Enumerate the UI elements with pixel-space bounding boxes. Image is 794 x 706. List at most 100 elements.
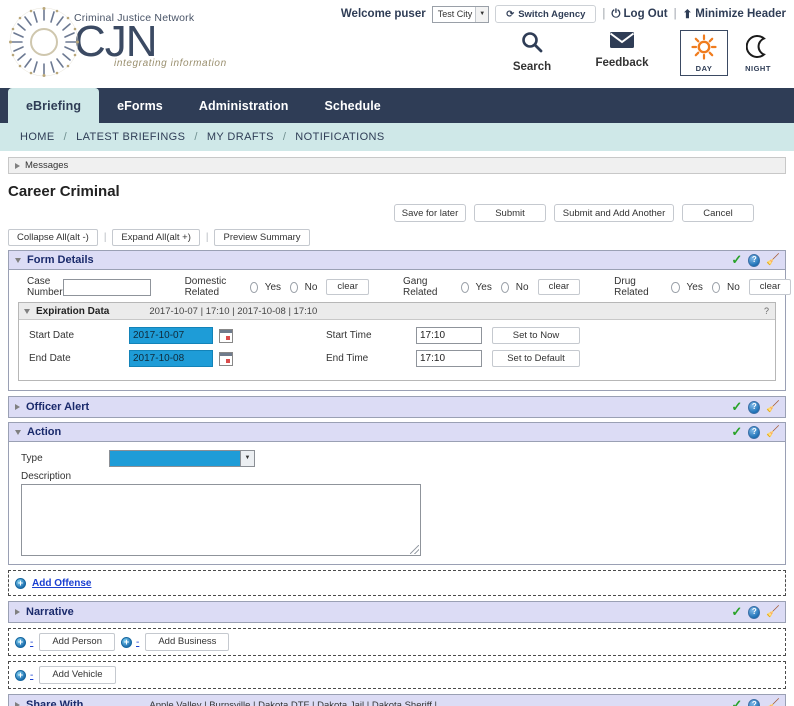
- nav-tab-eforms[interactable]: eForms: [99, 88, 181, 123]
- nav-tab-schedule[interactable]: Schedule: [306, 88, 398, 123]
- section-icons: ✓ ? 🧹: [731, 400, 780, 414]
- switch-agency-label: Switch Agency: [518, 8, 586, 20]
- cjn-logo[interactable]: Criminal Justice Network CJN integrating…: [8, 6, 227, 78]
- expand-all-button[interactable]: Expand All(alt +): [112, 229, 200, 246]
- form-action-buttons: Save for later Submit Submit and Add Ano…: [0, 204, 754, 222]
- chevron-right-icon: [15, 404, 20, 410]
- officer-alert-header[interactable]: Officer Alert ✓ ? 🧹: [9, 397, 785, 417]
- search-button[interactable]: Search: [500, 30, 564, 73]
- plus-circle-icon[interactable]: +: [15, 669, 26, 681]
- start-time-input[interactable]: 17:10: [416, 327, 482, 344]
- save-for-later-button[interactable]: Save for later: [394, 204, 466, 222]
- plus-circle-icon[interactable]: +: [15, 636, 26, 648]
- minimize-header-button[interactable]: ⬆ Minimize Header: [683, 7, 786, 21]
- help-icon[interactable]: ?: [748, 605, 761, 619]
- help-icon[interactable]: ?: [748, 425, 761, 439]
- theme-toggle-group: DAY NIGHT: [680, 30, 782, 76]
- share-with-title: Share With: [26, 699, 84, 706]
- action-type-select[interactable]: ▼: [109, 449, 255, 467]
- validation-check-icon: ✓: [731, 604, 743, 619]
- validation-check-icon: ✓: [731, 252, 743, 267]
- calendar-icon[interactable]: [219, 328, 233, 343]
- breadcrumb: HOME / LATEST BRIEFINGS / MY DRAFTS / NO…: [0, 123, 794, 151]
- expiration-help-icon[interactable]: ?: [764, 306, 769, 316]
- clear-section-broom-icon[interactable]: 🧹: [766, 254, 780, 266]
- switch-agency-button[interactable]: ⟳ Switch Agency: [495, 5, 597, 23]
- start-date-input[interactable]: 2017-10-07: [129, 327, 213, 344]
- form-details-header[interactable]: Form Details ✓ ? 🧹: [9, 251, 785, 270]
- toolbar-separator: |: [103, 232, 107, 243]
- breadcrumb-separator: /: [63, 131, 68, 143]
- nav-tab-administration[interactable]: Administration: [181, 88, 307, 123]
- narrative-header[interactable]: Narrative ✓ ? 🧹: [9, 602, 785, 622]
- breadcrumb-item-latest-briefings[interactable]: LATEST BRIEFINGS: [76, 131, 185, 143]
- end-time-input[interactable]: 17:10: [416, 350, 482, 367]
- gang-related-yes-radio[interactable]: [460, 281, 469, 293]
- share-with-header[interactable]: Share With Apple Valley | Burnsville | D…: [9, 695, 785, 706]
- clear-section-broom-icon[interactable]: 🧹: [766, 401, 780, 413]
- remove-business-link[interactable]: -: [136, 637, 139, 648]
- nav-tab-ebriefing[interactable]: eBriefing: [8, 88, 100, 123]
- set-to-now-button[interactable]: Set to Now: [492, 327, 580, 344]
- gang-related-no-radio[interactable]: [500, 281, 509, 293]
- domestic-related-yes-radio[interactable]: [250, 281, 258, 293]
- domestic-related-no-radio[interactable]: [290, 281, 298, 293]
- agency-select[interactable]: Test City ▼: [431, 5, 490, 23]
- domestic-related-clear-button[interactable]: clear: [326, 279, 369, 295]
- plus-circle-icon[interactable]: +: [121, 636, 132, 648]
- form-details-body: Case Number Domestic Related Yes No clea…: [9, 270, 792, 390]
- feedback-button[interactable]: Feedback: [590, 30, 654, 69]
- gang-related-group: Gang Related Yes No clear: [403, 276, 581, 298]
- expiration-data-title: Expiration Data: [36, 305, 110, 317]
- expiration-data-header[interactable]: Expiration Data 2017-10-07 | 17:10 | 201…: [19, 303, 775, 320]
- logout-button[interactable]: ⏻ Log Out: [611, 8, 667, 21]
- breadcrumb-item-home[interactable]: HOME: [20, 131, 55, 143]
- plus-circle-icon[interactable]: +: [15, 577, 26, 589]
- action-body: Type ▼ Description: [9, 442, 785, 564]
- action-description-textarea[interactable]: [21, 484, 421, 556]
- help-icon[interactable]: ?: [748, 698, 761, 706]
- end-date-input[interactable]: 2017-10-08: [129, 350, 213, 367]
- submit-button[interactable]: Submit: [474, 204, 546, 222]
- preview-summary-button[interactable]: Preview Summary: [214, 229, 310, 246]
- drug-related-clear-button[interactable]: clear: [748, 279, 792, 295]
- case-number-input[interactable]: [62, 278, 151, 296]
- cancel-button[interactable]: Cancel: [682, 204, 754, 222]
- remove-person-link[interactable]: -: [30, 637, 33, 648]
- officer-alert-panel: Officer Alert ✓ ? 🧹: [8, 396, 786, 418]
- breadcrumb-item-my-drafts[interactable]: MY DRAFTS: [207, 131, 274, 143]
- clear-section-broom-icon[interactable]: 🧹: [766, 699, 780, 706]
- case-number-label: Case Number: [27, 276, 63, 298]
- minimize-header-label: Minimize Header: [695, 8, 786, 20]
- chevron-right-icon: [15, 162, 20, 169]
- action-header[interactable]: Action ✓ ? 🧹: [9, 423, 785, 442]
- clear-section-broom-icon[interactable]: 🧹: [766, 606, 780, 618]
- remove-vehicle-link[interactable]: -: [30, 670, 33, 681]
- section-icons: ✓ ? 🧹: [731, 425, 780, 439]
- breadcrumb-item-notifications[interactable]: NOTIFICATIONS: [295, 131, 384, 143]
- submit-and-add-another-button[interactable]: Submit and Add Another: [554, 204, 674, 222]
- add-vehicle-button[interactable]: Add Vehicle: [39, 666, 116, 684]
- day-mode-button[interactable]: DAY: [680, 30, 728, 76]
- messages-bar[interactable]: Messages: [8, 157, 786, 174]
- chevron-down-icon: [24, 308, 30, 314]
- narrative-title: Narrative: [26, 606, 74, 618]
- feedback-label: Feedback: [595, 57, 649, 69]
- drug-related-group: Drug Related Yes No clear: [614, 276, 792, 298]
- clear-section-broom-icon[interactable]: 🧹: [766, 426, 780, 438]
- gang-related-clear-button[interactable]: clear: [537, 279, 581, 295]
- expiration-data-panel: Expiration Data 2017-10-07 | 17:10 | 201…: [18, 302, 776, 381]
- add-offense-link[interactable]: Add Offense: [32, 578, 91, 589]
- help-icon[interactable]: ?: [748, 253, 761, 267]
- drug-related-no-radio[interactable]: [711, 281, 720, 293]
- add-business-button[interactable]: Add Business: [145, 633, 230, 651]
- set-to-default-button[interactable]: Set to Default: [492, 350, 580, 367]
- arrow-up-icon: ⬆: [682, 9, 693, 21]
- help-icon[interactable]: ?: [748, 400, 761, 414]
- separator: |: [673, 8, 677, 20]
- drug-related-yes-radio[interactable]: [671, 281, 680, 293]
- collapse-all-button[interactable]: Collapse All(alt -): [8, 229, 98, 246]
- add-person-button[interactable]: Add Person: [39, 633, 115, 651]
- night-mode-button[interactable]: NIGHT: [734, 30, 782, 76]
- calendar-icon[interactable]: [219, 351, 233, 366]
